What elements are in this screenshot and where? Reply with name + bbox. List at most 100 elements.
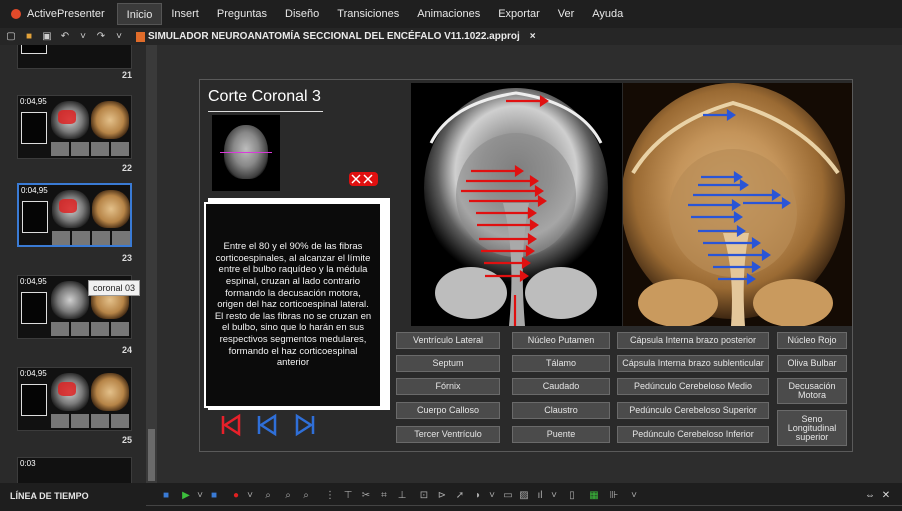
slide-thumbnail[interactable] [17, 45, 132, 69]
slide-number: 22 [121, 163, 132, 173]
redo-icon[interactable]: ↷ [94, 31, 108, 43]
thumb-label-grid [51, 322, 129, 336]
label-caudado[interactable]: Caudado [512, 378, 610, 395]
zoom-out-icon[interactable]: ⌕ [282, 490, 294, 502]
collapse-icon[interactable]: ⇔ [864, 490, 876, 502]
description-text: Entre el 80 y el 90% de las fibras corti… [214, 241, 372, 369]
speed-icon[interactable]: ⊳ [436, 490, 448, 502]
chevron-down-icon[interactable]: ˅ [76, 31, 90, 43]
label-oliva-bulbar[interactable]: Oliva Bulbar [777, 355, 847, 372]
align-icon[interactable]: ⊥ [396, 490, 408, 502]
caption-icon[interactable]: ▭ [502, 490, 514, 502]
menu-animaciones[interactable]: Animaciones [408, 3, 489, 25]
layers-icon[interactable]: ■ [160, 490, 172, 502]
record-icon[interactable]: ● [230, 490, 242, 502]
menu-ver[interactable]: Ver [549, 3, 584, 25]
label-cuerpo-calloso[interactable]: Cuerpo Calloso [396, 402, 500, 419]
menu-inicio[interactable]: Inicio [116, 3, 163, 25]
image-icon[interactable]: ▨ [518, 490, 530, 502]
label-nucleo-putamen[interactable]: Núcleo Putamen [512, 332, 610, 349]
stop-icon[interactable]: ■ [208, 490, 220, 502]
snap-icon[interactable]: ⊪ [608, 490, 620, 502]
title-underline [208, 111, 323, 112]
red-x-mark-icon[interactable] [349, 172, 378, 186]
menu-exportar[interactable]: Exportar [489, 3, 549, 25]
label-nucleo-rojo[interactable]: Núcleo Rojo [777, 332, 847, 349]
previous-slide-icon[interactable] [256, 413, 278, 437]
scrollbar-thumb[interactable] [148, 429, 155, 481]
chevron-down-icon[interactable]: ˅ [112, 31, 126, 43]
label-puente[interactable]: Puente [512, 426, 610, 443]
chevron-down-icon[interactable]: ˅ [628, 490, 640, 502]
slide-thumbnail[interactable]: 0:03 [17, 457, 132, 483]
app-name: ActivePresenter [27, 8, 105, 20]
chevron-down-icon[interactable]: ˅ [486, 490, 498, 502]
close-icon[interactable]: ✕ [880, 490, 892, 502]
label-ventriculo-lateral[interactable]: Ventrículo Lateral [396, 332, 500, 349]
menu-diseno[interactable]: Diseño [276, 3, 328, 25]
audio-icon[interactable]: ◗ [472, 490, 484, 502]
label-capsula-interna-posterior[interactable]: Cápsula Interna brazo posterior [617, 332, 769, 349]
menu-insert[interactable]: Insert [162, 3, 208, 25]
menu-transiciones[interactable]: Transiciones [328, 3, 408, 25]
slide-thumbnail[interactable]: 0:04,95 [17, 367, 132, 431]
insert-time-icon[interactable]: ⊤ [342, 490, 354, 502]
freeze-icon[interactable]: ⊡ [418, 490, 430, 502]
open-folder-icon[interactable]: ■ [22, 31, 36, 43]
chevron-down-icon[interactable]: ˅ [548, 490, 560, 502]
chevron-down-icon[interactable]: ˅ [194, 490, 206, 502]
reference-mri-thumbnail[interactable] [212, 115, 280, 191]
slide-thumbnail[interactable]: 0:04,95 [17, 95, 132, 159]
save-icon[interactable]: ▣ [40, 31, 54, 43]
label-talamo[interactable]: Tálamo [512, 355, 610, 372]
undo-icon[interactable]: ↶ [58, 31, 72, 43]
play-icon[interactable]: ▶ [180, 490, 192, 502]
label-decusacion-motora[interactable]: Decusación Motora [777, 378, 847, 404]
menu-ayuda[interactable]: Ayuda [583, 3, 632, 25]
label-pedunculo-cerebeloso-inferior[interactable]: Pedúnculo Cerebeloso Inferior [617, 426, 769, 443]
coronal-anatomy-image[interactable] [623, 83, 852, 326]
thumb-anatomy-image [91, 373, 129, 411]
project-file-icon [136, 31, 145, 42]
label-claustro[interactable]: Claustro [512, 402, 610, 419]
slide-duration: 0:03 [20, 459, 36, 468]
document-tab[interactable]: SIMULADOR NEUROANATOMÍA SECCIONAL DEL EN… [136, 31, 536, 42]
label-tercer-ventriculo[interactable]: Tercer Ventrículo [396, 426, 500, 443]
slide-duration: 0:04,95 [21, 186, 48, 195]
slide-title[interactable]: Corte Coronal 3 [208, 88, 321, 106]
crop-icon[interactable]: ⌗ [378, 490, 390, 502]
waveform-icon[interactable]: ıl [534, 490, 546, 502]
cursor-icon[interactable]: ➚ [454, 490, 466, 502]
thumb-anatomy-image [92, 190, 130, 228]
label-seno-longitudinal-superior[interactable]: Seno Longitudinal superior [777, 410, 847, 446]
new-file-icon[interactable]: ▢ [4, 31, 18, 43]
first-slide-icon[interactable] [220, 413, 242, 437]
chevron-down-icon[interactable]: ˅ [244, 490, 256, 502]
split-icon[interactable]: ⋮ [324, 490, 336, 502]
panel-scrollbar[interactable] [146, 45, 157, 483]
close-tab-button[interactable]: × [530, 31, 536, 42]
thumb-mri-image [51, 281, 89, 319]
label-pedunculo-cerebeloso-superior[interactable]: Pedúnculo Cerebeloso Superior [617, 402, 769, 419]
label-pedunculo-cerebeloso-medio[interactable]: Pedúnculo Cerebeloso Medio [617, 378, 769, 395]
cut-icon[interactable]: ✂ [360, 490, 372, 502]
menu-preguntas[interactable]: Preguntas [208, 3, 276, 25]
label-septum[interactable]: Septum [396, 355, 500, 372]
marker-icon[interactable]: ▯ [566, 490, 578, 502]
slide-thumbnail-selected[interactable]: 0:04,95 [17, 183, 132, 247]
next-slide-icon[interactable] [294, 413, 316, 437]
zoom-in-icon[interactable]: ⌕ [262, 490, 274, 502]
label-fornix[interactable]: Fórnix [396, 378, 500, 395]
slide-duration: 0:04,95 [20, 277, 47, 286]
description-card[interactable]: Entre el 80 y el 90% de las fibras corti… [204, 202, 382, 408]
thumb-text-box [21, 292, 47, 324]
zoom-fit-icon[interactable]: ⌕ [300, 490, 312, 502]
app-window: ActivePresenter Inicio Insert Preguntas … [0, 0, 902, 511]
label-capsula-interna-sublenticular[interactable]: Cápsula Interna brazo sublenticular [617, 355, 769, 372]
coronal-mri-image[interactable] [411, 83, 622, 326]
thumb-red-highlight [58, 382, 76, 396]
timeline-label: LÍNEA DE TIEMPO [10, 491, 89, 501]
grid-icon[interactable]: ▦ [588, 490, 600, 502]
timeline-ruler[interactable] [146, 505, 902, 511]
timeline-bar: LÍNEA DE TIEMPO ■ ▶ ˅ ■ ● ˅ ⌕ ⌕ ⌕ ⋮ ⊤ ✂ … [0, 483, 902, 511]
